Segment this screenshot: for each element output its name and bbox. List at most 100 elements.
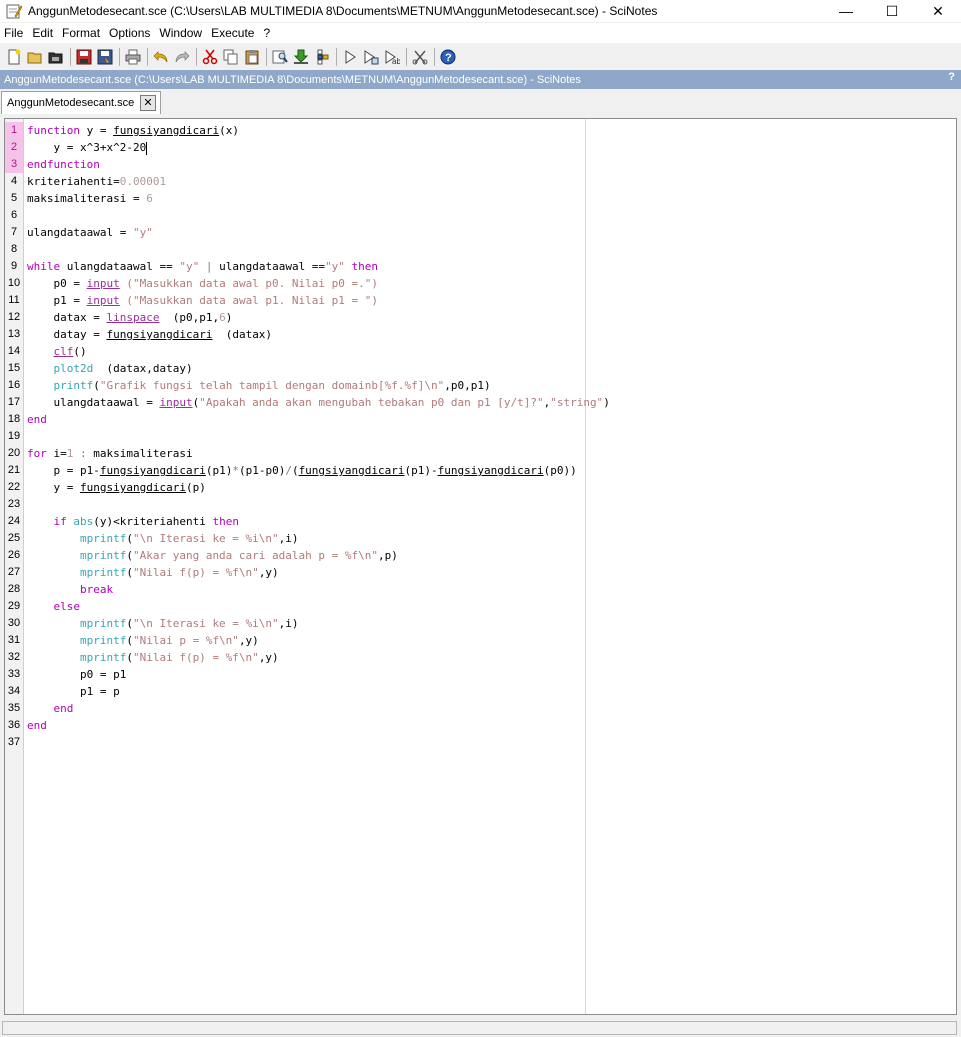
code-line[interactable]: 22 y = fungsiyangdicari(p) [5, 479, 956, 496]
code-line[interactable]: 2 y = x^3+x^2-20 [5, 139, 956, 156]
code-line[interactable]: 16 printf("Grafik fungsi telah tampil de… [5, 377, 956, 394]
code-token: "y" [179, 260, 200, 273]
code-token: ulangdataawal = [27, 396, 160, 409]
paste-button[interactable] [242, 47, 262, 67]
save-as-button[interactable] [95, 47, 115, 67]
minimize-button[interactable]: — [823, 0, 869, 22]
find-replace-button[interactable] [270, 47, 290, 67]
code-text: mprintf("Akar yang anda cari adalah p = … [27, 547, 398, 564]
code-token: "string" [550, 396, 604, 409]
cut-button[interactable] [200, 47, 220, 67]
code-token: endfunction [27, 158, 100, 171]
menu-file[interactable]: File [0, 26, 28, 40]
title-bar: AnggunMetodesecant.sce (C:\Users\LAB MUL… [0, 0, 961, 22]
code-line[interactable]: 31 mprintf("Nilai p = %f\n",y) [5, 632, 956, 649]
code-line[interactable]: 25 mprintf("\n Iterasi ke = %i\n",i) [5, 530, 956, 547]
menu-format[interactable]: Format [58, 26, 105, 40]
save-icon [76, 49, 92, 65]
code-line[interactable]: 5 maksimaliterasi = 6 [5, 190, 956, 207]
execute-file-button[interactable] [312, 47, 332, 67]
code-line[interactable]: 13 datay = fungsiyangdicari (datax) [5, 326, 956, 343]
code-line[interactable]: 19 [5, 428, 956, 445]
code-token: ,i) [278, 617, 299, 630]
code-line[interactable]: 7 ulangdataawal = "y" [5, 224, 956, 241]
code-token: mprintf [79, 634, 127, 647]
execute-selection-button[interactable]: ab [382, 47, 402, 67]
open-file-button[interactable] [25, 47, 45, 67]
code-token: (datax,datay) [93, 362, 193, 375]
menu-execute[interactable]: Execute [207, 26, 259, 40]
code-line[interactable]: 30 mprintf("\n Iterasi ke = %i\n",i) [5, 615, 956, 632]
code-token: ( [291, 464, 299, 477]
code-line[interactable]: 34 p1 = p [5, 683, 956, 700]
code-line[interactable]: 27 mprintf("Nilai f(p) = %f\n",y) [5, 564, 956, 581]
code-line[interactable]: 9 while ulangdataawal == "y" | ulangdataa… [5, 258, 956, 275]
code-token: then [212, 515, 239, 528]
code-line[interactable]: 11 p1 = input ("Masukkan data awal p1. N… [5, 292, 956, 309]
code-text: if abs(y)<kriteriahenti then [27, 513, 239, 530]
code-line[interactable]: 4 kriteriahenti=0.00001 [5, 173, 956, 190]
pathbar-help-button[interactable]: ? [948, 71, 955, 83]
code-line[interactable]: 14 clf() [5, 343, 956, 360]
code-line[interactable]: 10 p0 = input ("Masukkan data awal p0. N… [5, 275, 956, 292]
menu-help[interactable]: ? [259, 26, 275, 40]
execute-echo-button[interactable] [361, 47, 381, 67]
new-file-button[interactable] [4, 47, 24, 67]
code-token: i= [53, 447, 67, 460]
code-line[interactable]: 28 break [5, 581, 956, 598]
code-line[interactable]: 37 [5, 734, 956, 751]
code-editor[interactable]: 1 function y = fungsiyangdicari(x) 2 y = x… [4, 118, 957, 1015]
redo-button[interactable] [172, 47, 192, 67]
code-token: "Grafik fungsi telah tampil dengan domai… [99, 379, 445, 392]
code-line[interactable]: 36 end [5, 717, 956, 734]
code-text: mprintf("\n Iterasi ke = %i\n",i) [27, 530, 299, 547]
code-line[interactable]: 20 for i=1 : maksimaliterasi [5, 445, 956, 462]
menu-window[interactable]: Window [155, 26, 207, 40]
code-text: plot2d (datax,datay) [27, 360, 193, 377]
print-button[interactable] [123, 47, 143, 67]
line-number: 2 [5, 139, 23, 156]
code-line[interactable]: 33 p0 = p1 [5, 666, 956, 683]
code-line[interactable]: 26 mprintf("Akar yang anda cari adalah p… [5, 547, 956, 564]
code-text: while ulangdataawal == "y" | ulangdataaw… [27, 258, 378, 275]
save-button[interactable] [74, 47, 94, 67]
code-line[interactable]: 21 p = p1-fungsiyangdicari(p1)*(p1-p0)/(… [5, 462, 956, 479]
code-token: 6 [146, 192, 153, 205]
code-line[interactable]: 17 ulangdataawal = input("Apakah anda ak… [5, 394, 956, 411]
code-line[interactable]: 18 end [5, 411, 956, 428]
code-token: "\n Iterasi ke = %i\n" [132, 617, 279, 630]
code-token: break [79, 583, 114, 596]
tab-close-button[interactable]: ✕ [140, 95, 156, 111]
open-recent-button[interactable] [46, 47, 66, 67]
maximize-button[interactable]: ☐ [869, 0, 915, 22]
code-line[interactable]: 24 if abs(y)<kriteriahenti then [5, 513, 956, 530]
code-line[interactable]: 23 [5, 496, 956, 513]
code-token: | [199, 260, 220, 273]
code-token: kriteriahenti= [27, 175, 120, 188]
clear-button[interactable] [410, 47, 430, 67]
close-window-button[interactable]: ✕ [915, 0, 961, 22]
code-line[interactable]: 15 plot2d (datax,datay) [5, 360, 956, 377]
code-line[interactable]: 12 datax = linspace (p0,p1,6) [5, 309, 956, 326]
paste-icon [245, 50, 259, 65]
copy-button[interactable] [221, 47, 241, 67]
undo-button[interactable] [151, 47, 171, 67]
tab-anggunmetodesecant[interactable]: AnggunMetodesecant.sce ✕ [1, 91, 161, 114]
code-line[interactable]: 6 [5, 207, 956, 224]
code-line[interactable]: 32 mprintf("Nilai f(p) = %f\n",y) [5, 649, 956, 666]
code-line[interactable]: 1 function y = fungsiyangdicari(x) [5, 122, 956, 139]
code-line[interactable]: 29 else [5, 598, 956, 615]
line-number: 14 [7, 345, 21, 357]
load-into-scilab-button[interactable] [291, 47, 311, 67]
line-number: 5 [10, 192, 18, 204]
execute-button[interactable] [340, 47, 360, 67]
code-line[interactable]: 3 endfunction [5, 156, 956, 173]
execute-echo-icon [364, 50, 379, 65]
code-token: (p1) [205, 464, 233, 477]
help-button[interactable]: ? [438, 47, 458, 67]
code-line[interactable]: 35 end [5, 700, 956, 717]
menu-edit[interactable]: Edit [28, 26, 58, 40]
line-number: 20 [7, 447, 21, 459]
code-line[interactable]: 8 [5, 241, 956, 258]
menu-options[interactable]: Options [105, 26, 155, 40]
